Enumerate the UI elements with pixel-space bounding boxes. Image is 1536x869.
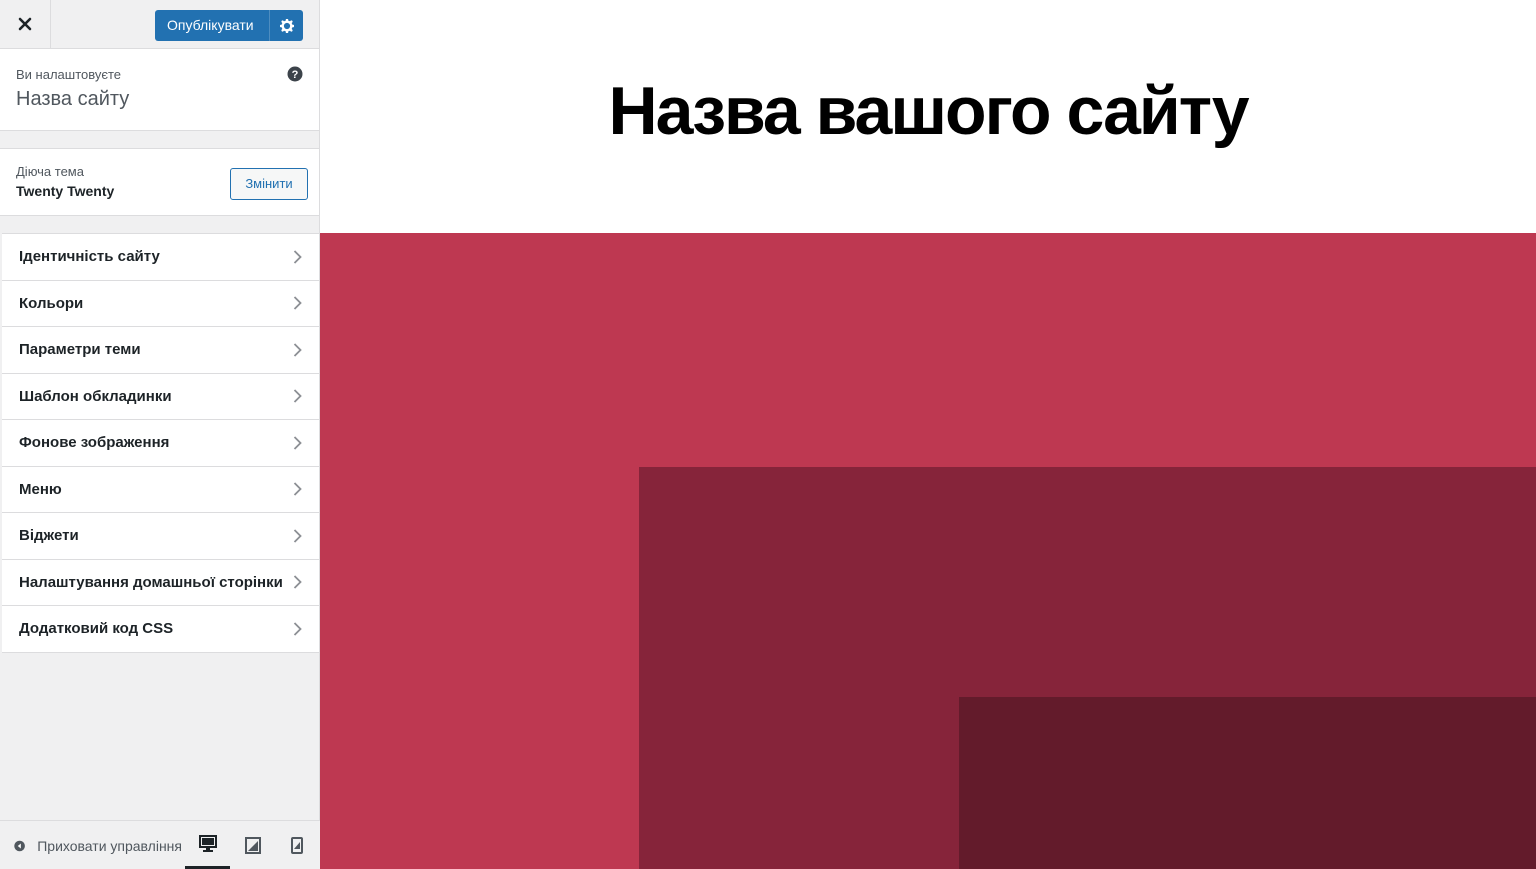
collapse-label: Приховати управління — [37, 838, 182, 854]
preview-desktop-button[interactable] — [185, 821, 230, 869]
panel-colors[interactable]: Кольори — [2, 281, 319, 327]
publish-settings-button[interactable] — [269, 10, 303, 41]
panel-site-identity[interactable]: Ідентичність сайту — [2, 234, 319, 281]
panel-label: Фонове зображення — [19, 434, 170, 452]
panel-cover-template[interactable]: Шаблон обкладинки — [2, 374, 319, 420]
panel-background-image[interactable]: Фонове зображення — [2, 420, 319, 467]
panel-widgets[interactable]: Віджети — [2, 513, 319, 560]
customizing-label: Ви налаштовуєте — [16, 67, 122, 82]
mobile-icon — [290, 837, 303, 854]
panel-label: Параметри теми — [19, 341, 141, 359]
close-icon — [18, 17, 32, 31]
close-button[interactable] — [0, 0, 51, 48]
tablet-icon — [244, 837, 261, 854]
panel-label: Кольори — [19, 294, 84, 312]
chevron-right-icon — [293, 250, 302, 264]
chevron-right-icon — [293, 343, 302, 357]
collapse-sidebar-button[interactable]: Приховати управління — [14, 837, 182, 855]
customizer-header: Опублікувати — [0, 0, 319, 49]
panel-label: Шаблон обкладинки — [19, 387, 172, 405]
desktop-icon — [198, 835, 217, 852]
change-theme-button[interactable]: Змінити — [230, 168, 308, 200]
svg-text:?: ? — [292, 69, 299, 81]
panel-additional-css[interactable]: Додатковий код CSS — [2, 606, 319, 653]
panel-label: Ідентичність сайту — [19, 248, 160, 266]
chevron-right-icon — [293, 389, 302, 403]
cover-background — [320, 233, 1536, 869]
active-theme-section: Діюча тема Twenty Twenty Змінити — [0, 148, 319, 216]
preview-mobile-button[interactable] — [274, 821, 319, 869]
panel-label: Налаштування домашньої сторінки — [19, 573, 283, 591]
site-title[interactable]: Назва вашого сайту — [320, 72, 1536, 150]
panel-homepage-settings[interactable]: Налаштування домашньої сторінки — [2, 560, 319, 606]
panel-menus[interactable]: Меню — [2, 467, 319, 513]
site-header: Назва вашого сайту — [320, 0, 1536, 233]
panel-theme-options[interactable]: Параметри теми — [2, 327, 319, 374]
chevron-right-icon — [293, 296, 302, 310]
site-preview: Назва вашого сайту — [320, 0, 1536, 869]
cover-block-darker — [959, 697, 1536, 869]
chevron-right-icon — [293, 622, 302, 636]
customizing-info: Ви налаштовуєте Назва сайту ? — [0, 49, 319, 131]
preview-tablet-button[interactable] — [230, 821, 275, 869]
chevron-right-icon — [293, 529, 302, 543]
gear-icon — [279, 18, 294, 33]
publish-group: Опублікувати — [155, 10, 303, 41]
cover-block-dark — [639, 467, 1536, 869]
customizer-sidebar: Опублікувати Ви налаштовуєте Назва сайту… — [0, 0, 320, 869]
panel-label: Додатковий код CSS — [19, 620, 174, 638]
panel-label: Меню — [19, 480, 62, 498]
panel-label: Віджети — [19, 527, 79, 545]
help-icon[interactable]: ? — [287, 66, 303, 82]
arrow-left-circle-icon — [14, 840, 25, 852]
chevron-right-icon — [293, 482, 302, 496]
customizing-title: Назва сайту — [16, 88, 130, 110]
customizer-footer: Приховати управління — [0, 820, 320, 869]
panel-list: Ідентичність сайту Кольори Параметри тем… — [2, 233, 319, 653]
chevron-right-icon — [293, 575, 302, 589]
publish-button[interactable]: Опублікувати — [155, 10, 269, 41]
chevron-right-icon — [293, 436, 302, 450]
